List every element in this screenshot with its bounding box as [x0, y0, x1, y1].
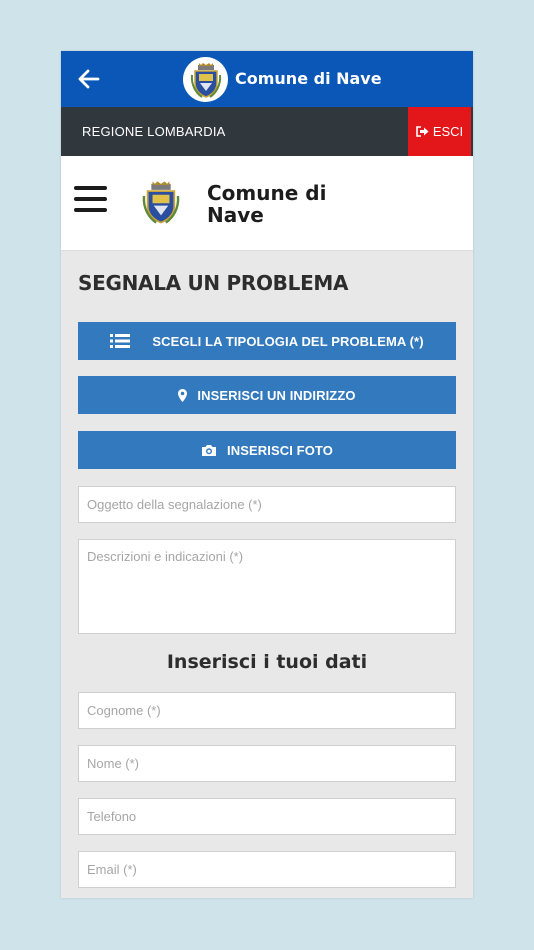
hamburger-icon — [74, 186, 107, 190]
arrow-left-icon — [78, 69, 100, 89]
back-button[interactable] — [75, 65, 103, 93]
insert-address-label: INSERISCI UN INDIRIZZO — [197, 387, 356, 403]
exit-button[interactable]: ESCI — [408, 107, 471, 156]
choose-problem-type-label: SCEGLI LA TIPOLOGIA DEL PROBLEMA (*) — [152, 333, 424, 349]
name-field[interactable] — [78, 745, 456, 782]
region-label: REGIONE LOMBARDIA — [82, 124, 226, 139]
site-logo — [141, 179, 181, 230]
app-bar: Comune di Nave — [61, 51, 473, 107]
sign-out-icon — [416, 126, 429, 137]
surname-field[interactable] — [78, 692, 456, 729]
email-field[interactable] — [78, 851, 456, 888]
insert-photo-button[interactable]: INSERISCI FOTO — [78, 431, 456, 469]
site-title: Comune di Nave — [207, 181, 327, 227]
list-icon — [110, 334, 131, 348]
personal-data-heading: Inserisci i tuoi dati — [166, 651, 368, 673]
site-header: Comune di Nave — [61, 156, 473, 251]
subject-field[interactable] — [78, 486, 456, 523]
phone-field[interactable] — [78, 798, 456, 835]
map-marker-icon — [178, 388, 188, 402]
app-logo — [183, 57, 228, 102]
app-screen: Comune di Nave REGIONE LOMBARDIA ESCI Co… — [61, 51, 473, 898]
insert-photo-label: INSERISCI FOTO — [227, 442, 333, 458]
page-title: SEGNALA UN PROBLEMA — [78, 271, 349, 295]
menu-button[interactable] — [74, 186, 107, 213]
camera-icon — [202, 444, 217, 456]
crest-icon — [190, 62, 221, 98]
exit-label: ESCI — [432, 124, 464, 139]
choose-problem-type-button[interactable]: SCEGLI LA TIPOLOGIA DEL PROBLEMA (*) — [78, 322, 456, 360]
region-bar: REGIONE LOMBARDIA ESCI — [61, 107, 473, 156]
app-title: Comune di Nave — [235, 69, 382, 88]
crest-icon — [142, 181, 180, 224]
description-field[interactable] — [78, 539, 456, 634]
insert-address-button[interactable]: INSERISCI UN INDIRIZZO — [78, 376, 456, 414]
